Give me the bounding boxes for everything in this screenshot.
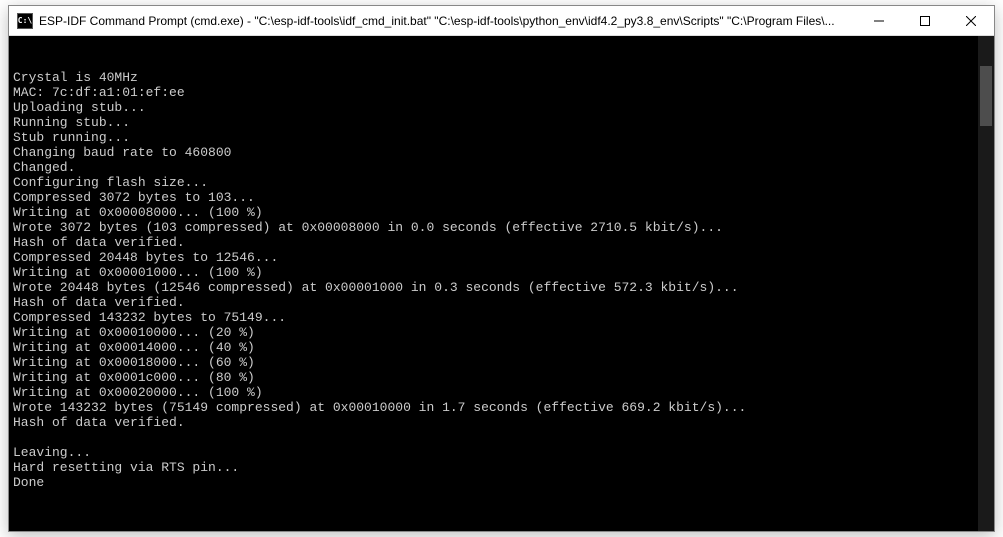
terminal-line: Wrote 20448 bytes (12546 compressed) at …	[13, 280, 994, 295]
terminal-line: Hash of data verified.	[13, 295, 994, 310]
terminal-line: Changed.	[13, 160, 994, 175]
terminal-line: Hard resetting via RTS pin...	[13, 460, 994, 475]
scrollbar-thumb[interactable]	[980, 66, 992, 126]
terminal-line: Hash of data verified.	[13, 415, 994, 430]
terminal-line: Uploading stub...	[13, 100, 994, 115]
app-icon-text: C:\	[18, 16, 32, 25]
terminal-line: Configuring flash size...	[13, 175, 994, 190]
terminal-line: Running stub...	[13, 115, 994, 130]
close-icon	[966, 16, 976, 26]
terminal-line: Compressed 20448 bytes to 12546...	[13, 250, 994, 265]
window-title: ESP-IDF Command Prompt (cmd.exe) - "C:\e…	[39, 14, 856, 28]
terminal-line: Crystal is 40MHz	[13, 70, 994, 85]
maximize-icon	[920, 16, 930, 26]
terminal-line: Writing at 0x00001000... (100 %)	[13, 265, 994, 280]
terminal-lines: Crystal is 40MHzMAC: 7c:df:a1:01:ef:eeUp…	[13, 70, 994, 505]
terminal-line	[13, 430, 994, 445]
terminal-line: Writing at 0x00008000... (100 %)	[13, 205, 994, 220]
vertical-scrollbar[interactable]	[978, 36, 994, 531]
terminal-line: Changing baud rate to 460800	[13, 145, 994, 160]
terminal-line: Writing at 0x00010000... (20 %)	[13, 325, 994, 340]
terminal-output[interactable]: Crystal is 40MHzMAC: 7c:df:a1:01:ef:eeUp…	[9, 36, 994, 531]
close-button[interactable]	[948, 6, 994, 35]
terminal-line: Wrote 3072 bytes (103 compressed) at 0x0…	[13, 220, 994, 235]
terminal-line: Writing at 0x00014000... (40 %)	[13, 340, 994, 355]
minimize-icon	[874, 16, 884, 26]
terminal-line: Writing at 0x00020000... (100 %)	[13, 385, 994, 400]
terminal-line: Done	[13, 475, 994, 490]
terminal-line: MAC: 7c:df:a1:01:ef:ee	[13, 85, 994, 100]
minimize-button[interactable]	[856, 6, 902, 35]
terminal-line: Compressed 143232 bytes to 75149...	[13, 310, 994, 325]
window-controls	[856, 6, 994, 35]
cmd-window: C:\ ESP-IDF Command Prompt (cmd.exe) - "…	[8, 5, 995, 532]
terminal-line: Stub running...	[13, 130, 994, 145]
app-icon: C:\	[17, 13, 33, 29]
terminal-line	[13, 490, 994, 505]
titlebar[interactable]: C:\ ESP-IDF Command Prompt (cmd.exe) - "…	[9, 6, 994, 36]
terminal-line: Writing at 0x00018000... (60 %)	[13, 355, 994, 370]
terminal-line: Compressed 3072 bytes to 103...	[13, 190, 994, 205]
terminal-line: Leaving...	[13, 445, 994, 460]
maximize-button[interactable]	[902, 6, 948, 35]
terminal-line: Writing at 0x0001c000... (80 %)	[13, 370, 994, 385]
terminal-line: Hash of data verified.	[13, 235, 994, 250]
terminal-line: Wrote 143232 bytes (75149 compressed) at…	[13, 400, 994, 415]
